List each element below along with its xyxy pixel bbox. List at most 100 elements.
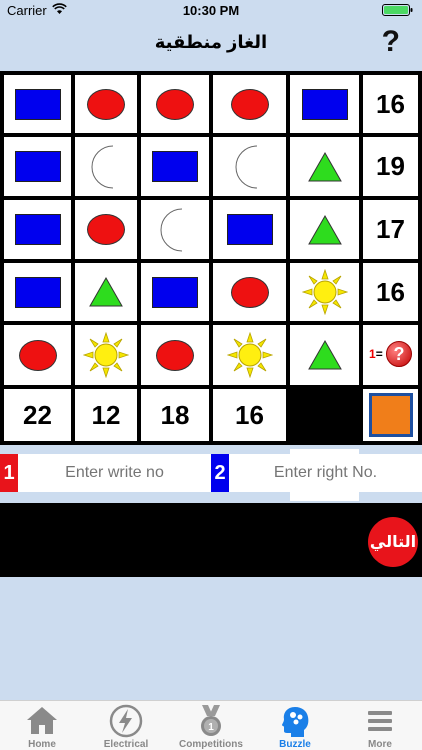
- grid-cell: [213, 263, 286, 321]
- blue-rectangle-icon: [14, 151, 61, 182]
- answer-inputs: 1 2: [0, 454, 422, 492]
- action-panel: التالي: [0, 503, 422, 577]
- nav-bar: الغاز منطقية ?: [0, 20, 422, 64]
- lightning-icon: [109, 704, 143, 738]
- red-circle-icon: [87, 88, 125, 120]
- crescent-moon-icon: [91, 145, 114, 188]
- grid-cell: [213, 200, 286, 259]
- question-1-label: 1=: [369, 347, 383, 361]
- grid-cell: [4, 325, 71, 385]
- col-sum: 18: [160, 399, 190, 430]
- blue-rectangle-icon: [152, 151, 198, 182]
- grid-cell: [213, 75, 286, 133]
- tab-label: Competitions: [179, 739, 243, 750]
- battery-icon: [382, 4, 413, 16]
- help-icon[interactable]: ?: [382, 25, 400, 59]
- row-sum-cell: 16: [363, 75, 418, 133]
- tab-label: Home: [28, 739, 56, 750]
- col-sum: 12: [91, 399, 121, 430]
- grid-cell: [75, 137, 137, 196]
- row-sum: 16: [376, 88, 405, 119]
- red-circle-icon: [18, 339, 57, 371]
- grid-cell: [290, 263, 359, 321]
- grid-cell: [75, 263, 137, 321]
- input-2-tag: 2: [211, 454, 229, 492]
- row-sum: 16: [376, 276, 405, 307]
- tab-label: More: [368, 739, 392, 750]
- row-sum: 17: [376, 214, 405, 244]
- red-circle-icon: [230, 88, 269, 120]
- head-puzzle-icon: [282, 707, 309, 737]
- col-sum: 16: [235, 399, 264, 430]
- blue-rectangle-icon: [14, 276, 61, 308]
- col-sum-cell: 18: [141, 389, 209, 441]
- blue-rectangle-icon: [152, 276, 198, 308]
- clock: 10:30 PM: [182, 3, 240, 18]
- grid-cell: [290, 325, 359, 385]
- row-sum-cell: 19: [363, 137, 418, 196]
- crescent-moon-icon: [160, 208, 183, 251]
- col-sum-cell: 12: [75, 389, 137, 441]
- question-1-cell[interactable]: 1= ?: [363, 325, 418, 385]
- puzzle-grid: 16 19 17 16 1= ? 22 12 18 16: [0, 71, 422, 501]
- row-sum: 19: [376, 151, 405, 181]
- grid-cell: [141, 263, 209, 321]
- tab-label: Electrical: [103, 739, 149, 750]
- next-button[interactable]: التالي: [368, 517, 418, 567]
- sun-icon: [301, 269, 348, 315]
- tab-more[interactable]: More: [355, 701, 405, 750]
- red-circle-icon: [87, 214, 125, 245]
- red-circle-icon: [230, 276, 269, 308]
- col-sum-cell: 16: [213, 389, 286, 441]
- grid-cell: [4, 137, 71, 196]
- menu-icon: [368, 711, 392, 731]
- status-bar: Carrier 10:30 PM: [0, 0, 422, 20]
- grid-cell: [213, 137, 286, 196]
- tab-competitions[interactable]: 1 Competitions: [175, 701, 247, 750]
- blue-rectangle-icon: [14, 214, 61, 245]
- question-mark-icon: ?: [386, 341, 412, 367]
- green-triangle-icon: [307, 339, 342, 370]
- grid-cell: [290, 137, 359, 196]
- col-sum-cell: 22: [4, 389, 71, 441]
- tab-home[interactable]: Home: [17, 701, 67, 750]
- svg-text:1: 1: [208, 722, 214, 733]
- blue-rectangle-icon: [226, 214, 273, 245]
- tab-buzzle[interactable]: Buzzle: [270, 701, 320, 750]
- grid-cell: [4, 75, 71, 133]
- col-sum: 22: [23, 399, 52, 430]
- input-1-tag: 1: [0, 454, 18, 492]
- grid-cell: [290, 200, 359, 259]
- medal-icon: 1: [201, 705, 221, 736]
- tab-electrical[interactable]: Electrical: [96, 701, 156, 750]
- page-title: الغاز منطقية: [154, 32, 268, 52]
- sun-icon: [83, 332, 129, 378]
- answer-1-input[interactable]: [18, 454, 211, 492]
- red-circle-icon: [156, 88, 194, 120]
- orange-square-icon: [368, 393, 413, 437]
- grid-cell: [141, 325, 209, 385]
- crescent-moon-icon: [235, 145, 257, 188]
- answer-cell: [363, 389, 418, 441]
- green-triangle-icon: [89, 276, 123, 307]
- grid-cell: [4, 200, 71, 259]
- row-sum-cell: 16: [363, 263, 418, 321]
- tab-bar: Home Electrical 1 Competitions Buzzle Mo…: [0, 700, 422, 750]
- home-icon: [27, 707, 57, 734]
- grid-cell: [141, 75, 209, 133]
- green-triangle-icon: [307, 151, 342, 181]
- grid-cell: [141, 200, 209, 259]
- grid-cell: [75, 325, 137, 385]
- answer-2-input[interactable]: [229, 454, 422, 492]
- blue-rectangle-icon: [14, 88, 61, 120]
- row-sum-cell: 17: [363, 200, 418, 259]
- grid-cell: [75, 75, 137, 133]
- tab-label: Buzzle: [279, 739, 311, 750]
- blue-rectangle-icon: [301, 88, 348, 120]
- grid-cell: [4, 263, 71, 321]
- green-triangle-icon: [307, 214, 342, 244]
- red-circle-icon: [156, 339, 194, 371]
- grid-cell: [141, 137, 209, 196]
- grid-cell: [290, 75, 359, 133]
- grid-cell: [213, 325, 286, 385]
